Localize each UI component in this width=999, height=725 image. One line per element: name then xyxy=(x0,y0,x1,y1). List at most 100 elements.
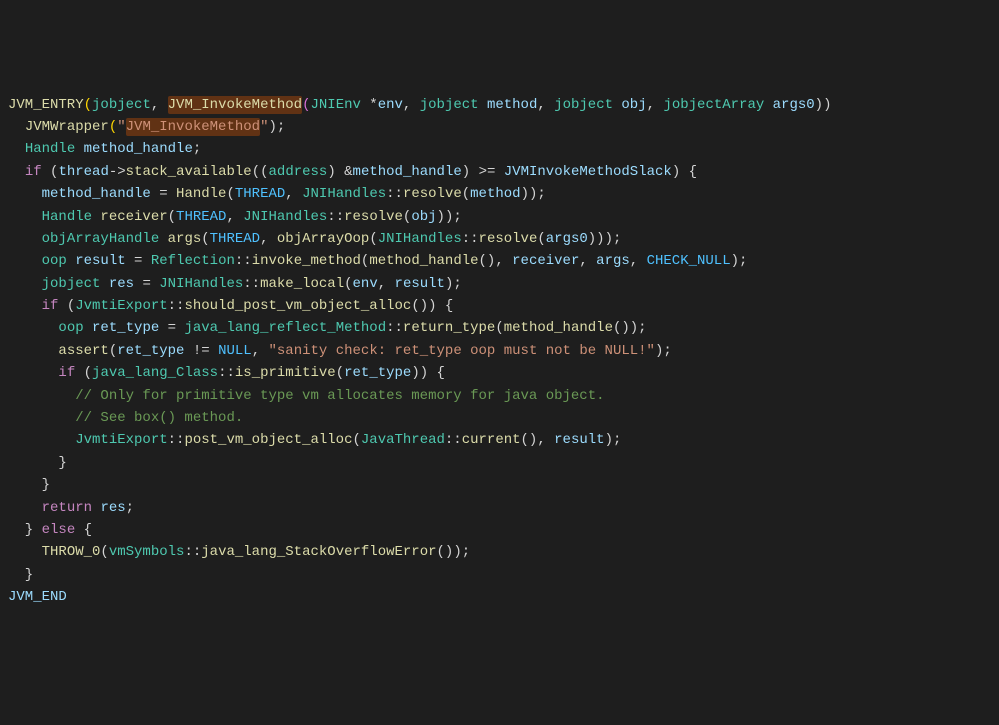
namespace: Reflection xyxy=(151,253,235,269)
comment: // See box() method. xyxy=(75,410,243,426)
param: args0 xyxy=(773,97,815,113)
ident: method xyxy=(470,186,520,202)
method-call: is_primitive xyxy=(235,365,336,381)
const: NULL xyxy=(218,343,252,359)
type: jobject xyxy=(92,97,151,113)
ident: result xyxy=(395,276,445,292)
code-line: } xyxy=(8,474,991,496)
method-call: invoke_method xyxy=(252,253,361,269)
var-decl: res xyxy=(109,276,134,292)
comment: // Only for primitive type vm allocates … xyxy=(75,388,604,404)
func-call: assert xyxy=(58,343,108,359)
highlighted-string: JVM_InvokeMethod xyxy=(126,118,260,136)
code-line: THROW_0(vmSymbols::java_lang_StackOverfl… xyxy=(8,541,991,563)
type: address xyxy=(269,164,328,180)
code-line: return res; xyxy=(8,497,991,519)
ident: method_handle xyxy=(353,164,462,180)
paren: ( xyxy=(84,97,92,113)
code-line: assert(ret_type != NULL, "sanity check: … xyxy=(8,340,991,362)
string-literal: "sanity check: ret_type oop must not be … xyxy=(269,343,655,359)
keyword: else xyxy=(42,522,76,538)
ident: args0 xyxy=(546,231,588,247)
code-line: method_handle = Handle(THREAD, JNIHandle… xyxy=(8,183,991,205)
code-line: JVM_END xyxy=(8,586,991,608)
var-decl: result xyxy=(75,253,125,269)
const: THREAD xyxy=(176,209,226,225)
namespace: vmSymbols xyxy=(109,544,185,560)
code-line: if (java_lang_Class::is_primitive(ret_ty… xyxy=(8,362,991,384)
ident: result xyxy=(554,432,604,448)
keyword: if xyxy=(42,298,59,314)
macro-call: THROW_0 xyxy=(42,544,101,560)
func-call: receiver xyxy=(100,209,167,225)
ident: env xyxy=(353,276,378,292)
var-decl: method_handle xyxy=(84,141,193,157)
namespace: JNIHandles xyxy=(378,231,462,247)
type: Handle xyxy=(25,141,84,157)
ident: res xyxy=(100,500,125,516)
method-call: resolve xyxy=(344,209,403,225)
namespace: java_lang_Class xyxy=(92,365,218,381)
namespace: JNIHandles xyxy=(243,209,327,225)
code-line: } xyxy=(8,452,991,474)
code-line: JvmtiExport::post_vm_object_alloc(JavaTh… xyxy=(8,429,991,451)
func-call: args xyxy=(168,231,202,247)
method-call: method_handle xyxy=(369,253,478,269)
namespace: JNIHandles xyxy=(159,276,243,292)
keyword: if xyxy=(58,365,75,381)
highlighted-identifier: JVM_InvokeMethod xyxy=(168,96,302,114)
type: JNIEnv xyxy=(310,97,369,113)
namespace: JavaThread xyxy=(361,432,445,448)
code-line: oop ret_type = java_lang_reflect_Method:… xyxy=(8,317,991,339)
keyword: if xyxy=(25,164,42,180)
param: obj xyxy=(621,97,646,113)
var-decl: ret_type xyxy=(92,320,159,336)
code-line: if (thread->stack_available((address) &m… xyxy=(8,161,991,183)
code-line: } xyxy=(8,564,991,586)
ident: args xyxy=(596,253,630,269)
namespace: JvmtiExport xyxy=(75,432,167,448)
code-line: JVMWrapper("JVM_InvokeMethod"); xyxy=(8,116,991,138)
param: env xyxy=(378,97,403,113)
code-line: if (JvmtiExport::should_post_vm_object_a… xyxy=(8,295,991,317)
macro-end: JVM_END xyxy=(8,589,67,605)
ident: receiver xyxy=(512,253,579,269)
method-call: current xyxy=(462,432,521,448)
code-editor-view[interactable]: JVM_ENTRY(jobject, JVM_InvokeMethod(JNIE… xyxy=(8,94,991,609)
const: THREAD xyxy=(235,186,285,202)
namespace: java_lang_reflect_Method xyxy=(184,320,386,336)
method-call: should_post_vm_object_alloc xyxy=(184,298,411,314)
func-call: objArrayOop xyxy=(277,231,369,247)
code-line: jobject res = JNIHandles::make_local(env… xyxy=(8,273,991,295)
code-line: oop result = Reflection::invoke_method(m… xyxy=(8,250,991,272)
method-call: method_handle xyxy=(504,320,613,336)
macro-call: JVM_ENTRY xyxy=(8,97,84,113)
const: CHECK_NULL xyxy=(647,253,731,269)
type: oop xyxy=(58,320,92,336)
method-call: make_local xyxy=(260,276,344,292)
paren: ( xyxy=(109,119,117,135)
code-line: // Only for primitive type vm allocates … xyxy=(8,385,991,407)
ident: JVMInvokeMethodSlack xyxy=(504,164,672,180)
method-call: resolve xyxy=(403,186,462,202)
ident: thread xyxy=(58,164,108,180)
method-call: return_type xyxy=(403,320,495,336)
type: oop xyxy=(42,253,76,269)
param: method xyxy=(487,97,537,113)
type: jobject xyxy=(42,276,109,292)
code-line: } else { xyxy=(8,519,991,541)
method-call: resolve xyxy=(479,231,538,247)
method-call: java_lang_StackOverflowError xyxy=(201,544,436,560)
code-line: JVM_ENTRY(jobject, JVM_InvokeMethod(JNIE… xyxy=(8,94,991,116)
ident: ret_type xyxy=(117,343,184,359)
code-line: Handle receiver(THREAD, JNIHandles::reso… xyxy=(8,206,991,228)
ident: obj xyxy=(411,209,436,225)
func-call: Handle xyxy=(176,186,226,202)
method-call: stack_available xyxy=(126,164,252,180)
namespace: JvmtiExport xyxy=(75,298,167,314)
code-line: objArrayHandle args(THREAD, objArrayOop(… xyxy=(8,228,991,250)
ident: method_handle xyxy=(42,186,151,202)
type: objArrayHandle xyxy=(42,231,168,247)
method-call: post_vm_object_alloc xyxy=(184,432,352,448)
code-line: Handle method_handle; xyxy=(8,138,991,160)
